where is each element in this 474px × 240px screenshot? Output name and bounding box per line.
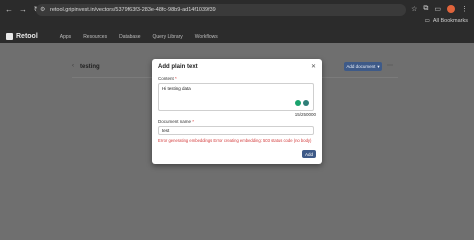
textarea-extension-icons [295, 100, 309, 106]
required-marker: * [192, 119, 195, 124]
bookmarks-bar[interactable]: ▭ All Bookmarks [425, 18, 468, 24]
back-chevron-icon[interactable]: ‹ [72, 63, 74, 69]
retool-header: Retool Apps Resources Database Query Lib… [0, 30, 474, 43]
document-name-input[interactable]: test [158, 126, 314, 135]
retool-logo[interactable]: Retool [6, 33, 38, 40]
sidebar-icon[interactable]: ▭ [434, 5, 441, 13]
folder-icon: ▭ [424, 18, 430, 24]
char-count: 15/250000 [294, 112, 316, 117]
add-plain-text-modal: Add plain text ✕ Content * Hi testing da… [152, 59, 322, 164]
extensions-icon[interactable]: ⧉ [423, 5, 428, 13]
content-label-wrap: Content * [158, 76, 177, 81]
browser-toolbar: ← → ↻ ⚙ retool.gripinvest.in/vectors/537… [0, 3, 474, 17]
retool-logo-icon [6, 33, 13, 40]
add-document-button[interactable]: Add document ▾ [344, 62, 382, 71]
nav-database[interactable]: Database [119, 34, 140, 40]
error-message: Error generating embeddings Error creati… [158, 138, 312, 143]
nav-resources[interactable]: Resources [83, 34, 107, 40]
assistant-icon[interactable] [303, 100, 309, 106]
browser-chrome: ← → ↻ ⚙ retool.gripinvest.in/vectors/537… [0, 0, 474, 30]
doc-name-label: Document name [158, 119, 192, 124]
forward-icon[interactable]: → [18, 5, 28, 15]
chevron-down-icon: ▾ [377, 63, 380, 69]
content-label: Content [158, 76, 174, 81]
nav-workflows[interactable]: Workflows [195, 34, 218, 40]
star-icon[interactable]: ☆ [411, 5, 417, 13]
doc-name-label-wrap: Document name * [158, 119, 194, 124]
site-info-icon[interactable]: ⚙ [40, 6, 48, 14]
all-bookmarks-label: All Bookmarks [432, 18, 468, 24]
content-value: Hi testing data [162, 86, 191, 91]
profile-avatar[interactable] [447, 5, 455, 13]
grammarly-icon[interactable] [295, 100, 301, 106]
modal-title: Add plain text [158, 64, 198, 70]
nav-query-library[interactable]: Query Library [153, 34, 183, 40]
page-title: testing [80, 64, 100, 70]
back-icon[interactable]: ← [4, 5, 14, 15]
more-options-button[interactable]: ⋯ [385, 62, 395, 71]
content-textarea[interactable]: Hi testing data [158, 83, 314, 111]
add-document-label: Add document [346, 64, 376, 69]
top-nav: Apps Resources Database Query Library Wo… [60, 34, 218, 40]
required-marker: * [175, 76, 177, 81]
address-bar[interactable]: ⚙ retool.gripinvest.in/vectors/5379f63f3… [36, 4, 406, 16]
nav-apps[interactable]: Apps [60, 34, 71, 40]
menu-icon[interactable]: ⋮ [461, 5, 468, 13]
brand-name: Retool [16, 33, 38, 40]
address-url: retool.gripinvest.in/vectors/5379f63f3-2… [50, 7, 216, 13]
browser-actions: ☆ ⧉ ▭ ⋮ [411, 5, 468, 13]
doc-name-value: test [162, 128, 170, 133]
add-button[interactable]: Add [302, 150, 316, 158]
close-icon[interactable]: ✕ [311, 63, 316, 70]
